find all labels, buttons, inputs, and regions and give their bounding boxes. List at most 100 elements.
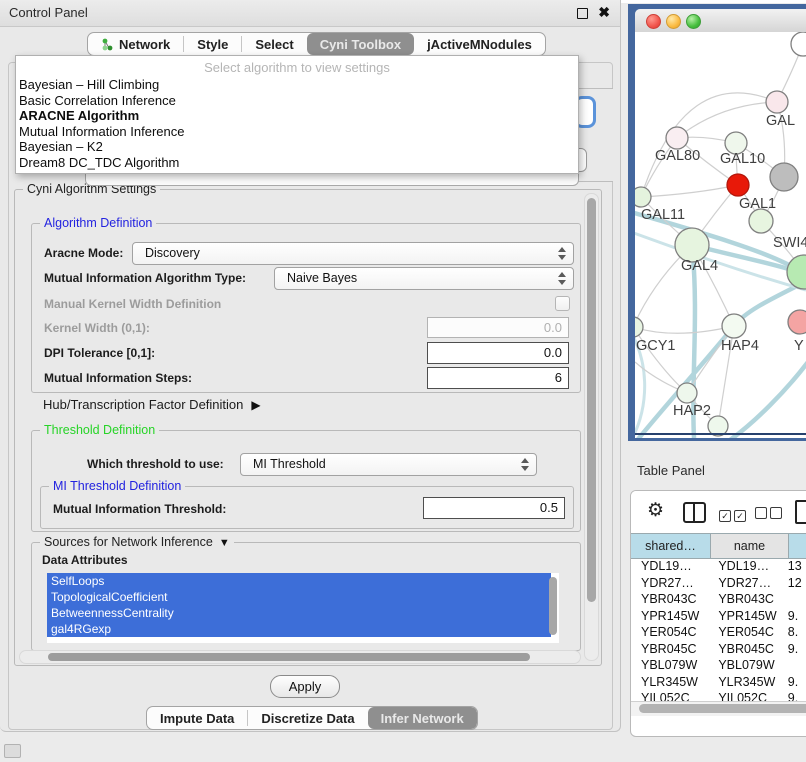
column-header[interactable]: name [711, 534, 789, 558]
data-attribute-item[interactable]: TopologicalCoefficient [47, 589, 551, 605]
columns-icon[interactable] [683, 502, 706, 523]
data-attribute-item[interactable]: BetweennessCentrality [47, 605, 551, 621]
close-traffic-light-icon[interactable] [646, 14, 661, 29]
data-attributes-label: Data Attributes [42, 553, 128, 567]
sources-group-title[interactable]: Sources for Network Inference▼ [40, 535, 234, 549]
table-row[interactable]: YPR145WYPR145W9. [631, 608, 806, 625]
table-cell: 12 [784, 575, 806, 592]
apply-button[interactable]: Apply [270, 675, 340, 698]
table-row[interactable]: YLR345WYLR345W9. [631, 674, 806, 691]
network-node-gal11[interactable] [635, 187, 651, 207]
close-icon[interactable]: ✖ [598, 4, 610, 21]
algorithm-option[interactable]: ARACNE Algorithm [16, 108, 578, 124]
algorithm-option[interactable]: Bayesian – K2 [16, 139, 578, 155]
settings-horizontal-scrollbar-thumb[interactable] [48, 653, 530, 661]
checked-box-icon: ✓ [734, 510, 746, 522]
tab-label: Select [255, 37, 293, 52]
algorithm-dropdown-items: Bayesian – Hill ClimbingBasic Correlatio… [16, 77, 578, 171]
network-canvas[interactable]: GALGAL80GAL10GAL1GAL11GAL4SWI4GCY1HAP4YH… [635, 32, 806, 438]
algorithm-option[interactable]: Dream8 DC_TDC Algorithm [16, 155, 578, 171]
tab-jactivemnodules[interactable]: jActiveMNodules [414, 33, 545, 55]
settings-vertical-scrollbar[interactable] [584, 193, 599, 661]
column-header[interactable]: shared… [631, 534, 711, 558]
float-window-icon[interactable] [577, 8, 588, 19]
mi-threshold-label: Mutual Information Threshold: [53, 502, 226, 516]
settings-horizontal-scrollbar[interactable] [19, 650, 581, 664]
table-cell: YBR043C [708, 591, 783, 608]
attribute-list-scrollbar-thumb[interactable] [549, 577, 557, 635]
bottom-tab-impute-data[interactable]: Impute Data [147, 707, 247, 729]
table-horizontal-scrollbar[interactable] [631, 701, 806, 716]
zoom-traffic-light-icon[interactable] [686, 14, 701, 29]
aracne-mode-select[interactable]: Discovery [132, 242, 574, 265]
data-attribute-item[interactable]: gal4RGexp [47, 621, 551, 637]
tab-network[interactable]: Network [88, 33, 183, 55]
algorithm-option[interactable]: Basic Correlation Inference [16, 93, 578, 109]
data-attributes-list[interactable]: SelfLoopsTopologicalCoefficientBetweenne… [47, 573, 559, 643]
data-attribute-item[interactable]: SelfLoops [47, 573, 551, 589]
sources-title-text: Sources for Network Inference [44, 535, 213, 549]
bottom-tab-infer-network[interactable]: Infer Network [368, 707, 477, 729]
network-node-label: Y [794, 338, 804, 354]
mi-type-select[interactable]: Naive Bayes [274, 267, 574, 290]
manual-kernel-checkbox[interactable] [555, 296, 570, 311]
algorithm-option[interactable]: Mutual Information Inference [16, 124, 578, 140]
network-node[interactable] [770, 163, 798, 191]
table-horizontal-scrollbar-thumb[interactable] [639, 704, 806, 713]
network-node-y[interactable] [788, 310, 806, 334]
table-row[interactable]: YER054CYER054C8. [631, 624, 806, 641]
table-row[interactable]: YBR045CYBR045C9. [631, 641, 806, 658]
table-row[interactable]: YBL079WYBL079W [631, 657, 806, 674]
network-node-label: HAP2 [673, 403, 711, 419]
table-panel-window: ⚙ ✓✓ shared…name YDL19…YDL19…13YDR27…YDR… [630, 490, 806, 737]
threshold-definition-title: Threshold Definition [40, 423, 159, 437]
tab-label: Network [119, 37, 170, 52]
cyni-bottom-tabstrip: Impute DataDiscretize DataInfer Network [146, 706, 478, 730]
table-cell: YER054C [708, 624, 783, 641]
network-node[interactable] [791, 32, 806, 56]
network-node-hap2[interactable] [677, 383, 697, 403]
gear-icon[interactable]: ⚙ [647, 499, 664, 522]
network-node-label: SWI4 [773, 235, 806, 251]
table-cell [784, 657, 806, 674]
network-node[interactable] [727, 174, 749, 196]
network-node-gal80[interactable] [666, 127, 688, 149]
tab-style[interactable]: Style [184, 33, 241, 55]
table-row[interactable]: YDL19…YDL19…13 [631, 558, 806, 575]
table-cell: YER054C [631, 624, 708, 641]
tab-cyni-toolbox[interactable]: Cyni Toolbox [307, 33, 414, 55]
hub-definition-expander[interactable]: Hub/Transcription Factor Definition▶ [43, 397, 261, 412]
settings-vertical-scrollbar-thumb[interactable] [587, 198, 596, 602]
algorithm-option[interactable]: Bayesian – Hill Climbing [16, 77, 578, 93]
algorithm-definition-title: Algorithm Definition [40, 216, 156, 230]
cyni-algorithm-settings-group: Cyni Algorithm Settings Algorithm Defini… [14, 189, 602, 666]
network-node-label: HAP4 [721, 338, 759, 354]
table-cell: YPR145W [631, 608, 708, 625]
tab-select[interactable]: Select [242, 33, 306, 55]
hub-definition-label: Hub/Transcription Factor Definition [43, 397, 243, 412]
minimize-traffic-light-icon[interactable] [666, 14, 681, 29]
checked-box-icon: ✓ [719, 510, 731, 522]
dpi-tolerance-field[interactable]: 0.0 [427, 342, 569, 364]
table-row[interactable]: YDR27…YDR27…12 [631, 575, 806, 592]
export-table-icon[interactable] [795, 500, 806, 524]
mi-type-label: Mutual Information Algorithm Type: [44, 271, 246, 285]
bottom-tab-discretize-data[interactable]: Discretize Data [248, 707, 367, 729]
sources-group: Sources for Network Inference▼ Data Attr… [31, 542, 581, 651]
network-node-gal[interactable] [766, 91, 788, 113]
network-node-gcy1[interactable] [635, 317, 643, 337]
deselect-all-checkboxes-icon[interactable] [755, 506, 785, 524]
spinner-arrows-icon [558, 271, 566, 286]
network-node-label: GAL4 [681, 258, 718, 274]
mi-threshold-field[interactable]: 0.5 [423, 497, 565, 519]
panel-corner-icon[interactable] [4, 744, 21, 758]
kernel-width-field[interactable]: 0.0 [427, 317, 569, 338]
network-node-gal4[interactable] [675, 228, 709, 262]
mi-steps-field[interactable]: 6 [427, 367, 569, 389]
network-node-gal1[interactable] [749, 209, 773, 233]
which-threshold-select[interactable]: MI Threshold [240, 453, 537, 476]
network-node-hap4[interactable] [722, 314, 746, 338]
column-header[interactable] [789, 534, 806, 558]
select-all-checkboxes-icon[interactable]: ✓✓ [719, 506, 749, 524]
table-row[interactable]: YBR043CYBR043C [631, 591, 806, 608]
